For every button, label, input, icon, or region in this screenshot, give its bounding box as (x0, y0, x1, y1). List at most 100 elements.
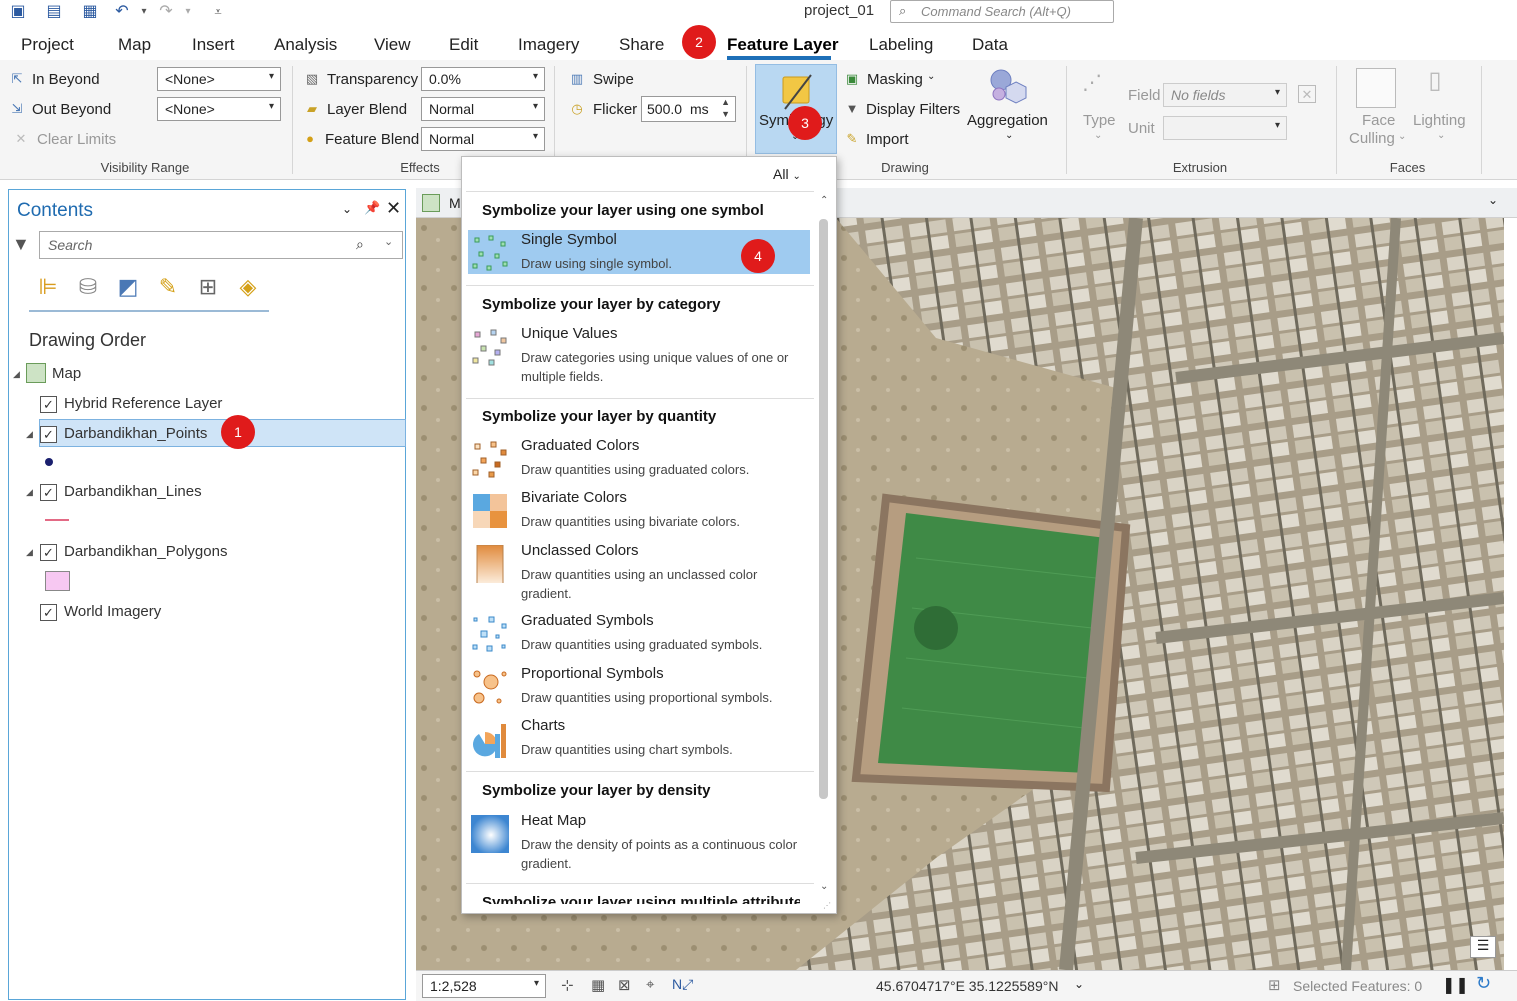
option-graduated-symbols[interactable]: Graduated Symbols Draw quantities using … (468, 611, 810, 655)
undo-icon[interactable]: ↶ (112, 2, 132, 22)
tab-share[interactable]: Share (619, 35, 664, 55)
scroll-down-icon[interactable]: ⌄ (820, 881, 828, 892)
extrusion-type-button[interactable]: Type (1083, 112, 1116, 129)
tab-labeling[interactable]: Labeling (869, 35, 933, 55)
option-graduated-colors[interactable]: Graduated Colors Draw quantities using g… (468, 436, 810, 480)
field-dropdown[interactable]: No fields (1163, 83, 1287, 107)
command-search-input[interactable]: ⌕ Command Search (Alt+Q) (890, 0, 1114, 23)
redo-icon[interactable]: ↷ (156, 2, 176, 22)
display-filters-button[interactable]: Display Filters (866, 101, 960, 118)
scrollbar-thumb[interactable] (819, 219, 828, 799)
grid-icon[interactable]: ▦ (591, 976, 605, 994)
in-beyond-label[interactable]: In Beyond (32, 71, 100, 88)
out-beyond-dropdown[interactable]: <None> (157, 97, 281, 121)
unit-dropdown[interactable] (1163, 116, 1287, 140)
option-heat-map[interactable]: Heat Map Draw the density of points as a… (468, 811, 810, 875)
imagery-layer-label[interactable]: World Imagery (64, 603, 161, 620)
polygons-layer-label[interactable]: Darbandikhan_Polygons (64, 543, 227, 560)
tab-imagery[interactable]: Imagery (518, 35, 579, 55)
face-culling-button[interactable]: Face (1362, 112, 1395, 129)
imagery-checkbox[interactable]: ✓ (40, 604, 57, 621)
list-by-editing-icon[interactable]: ✎ (153, 272, 183, 302)
option-proportional-symbols[interactable]: Proportional Symbols Draw quantities usi… (468, 664, 810, 708)
list-by-data-source-icon[interactable]: ⛁ (73, 272, 103, 302)
save-icon[interactable]: ▦ (80, 2, 100, 22)
north-arrow-icon[interactable]: N⤢ (672, 976, 693, 993)
tab-edit[interactable]: Edit (449, 35, 478, 55)
new-project-icon[interactable]: ▣ (8, 2, 28, 22)
points-layer-label[interactable]: Darbandikhan_Points (64, 425, 207, 442)
lighting-dropdown-icon[interactable]: ⌄ (1437, 130, 1445, 141)
aggregation-dropdown-icon[interactable]: ⌄ (1005, 130, 1013, 141)
navigation-icon[interactable]: ⌖ (646, 976, 654, 993)
hybrid-checkbox[interactable]: ✓ (40, 396, 57, 413)
line-symbol[interactable] (45, 519, 69, 521)
option-charts[interactable]: Charts Draw quantities using chart symbo… (468, 716, 810, 760)
clear-limits-button[interactable]: Clear Limits (37, 131, 116, 148)
list-by-drawing-order-icon[interactable]: ⊫ (33, 272, 63, 302)
close-icon[interactable]: ✕ (386, 198, 401, 219)
masking-dropdown-icon[interactable]: ⌄ (927, 71, 935, 82)
option-unique-values[interactable]: Unique Values Draw categories using uniq… (468, 324, 810, 388)
tab-view[interactable]: View (374, 35, 411, 55)
pause-drawing-icon[interactable]: ❚❚ (1442, 975, 1469, 995)
masking-button[interactable]: Masking (867, 71, 923, 88)
map-tab-label[interactable]: M (449, 195, 461, 211)
extrusion-type-dropdown-icon[interactable]: ⌄ (1094, 130, 1102, 141)
tab-map[interactable]: Map (118, 35, 151, 55)
collapse-icon[interactable]: ◢ (13, 369, 20, 380)
point-symbol[interactable] (45, 458, 53, 466)
import-button[interactable]: Import (866, 131, 909, 148)
in-beyond-dropdown[interactable]: <None> (157, 67, 281, 91)
option-bivariate-colors[interactable]: Bivariate Colors Draw quantities using b… (468, 488, 810, 532)
coordinate-format-dropdown-icon[interactable]: ⌄ (1074, 977, 1084, 991)
undo-dropdown-icon[interactable]: ▾ (134, 2, 154, 22)
stepper-up-icon[interactable]: ▲ (721, 97, 730, 107)
polygons-checkbox[interactable]: ✓ (40, 544, 57, 561)
pin-icon[interactable]: 📌 (364, 200, 380, 216)
list-by-selection-icon[interactable]: ◩ (113, 272, 143, 302)
hybrid-layer-label[interactable]: Hybrid Reference Layer (64, 395, 222, 412)
scroll-up-icon[interactable]: ⌃ (820, 195, 828, 206)
face-culling-dropdown-icon[interactable]: ⌄ (1398, 131, 1406, 142)
stepper-down-icon[interactable]: ▼ (721, 109, 730, 119)
customize-toolbar-icon[interactable]: ⩡ (208, 2, 228, 22)
face-culling-button-line2[interactable]: Culling (1349, 130, 1395, 147)
contents-search-input[interactable]: Search ⌕ ⌄ (39, 231, 403, 259)
swipe-button[interactable]: Swipe (593, 71, 634, 88)
tab-insert[interactable]: Insert (192, 35, 235, 55)
map-node-label[interactable]: Map (52, 365, 81, 382)
points-checkbox[interactable]: ✓ (40, 426, 57, 443)
option-unclassed-colors[interactable]: Unclassed Colors Draw quantities using a… (468, 541, 810, 605)
tab-analysis[interactable]: Analysis (274, 35, 337, 55)
snapping-icon[interactable]: ⊠ (618, 976, 631, 994)
pane-options-icon[interactable]: ⌄ (342, 202, 352, 216)
lines-checkbox[interactable]: ✓ (40, 484, 57, 501)
tab-feature-layer[interactable]: Feature Layer (727, 35, 839, 55)
out-beyond-label[interactable]: Out Beyond (32, 101, 111, 118)
collapse-icon[interactable]: ◢ (26, 547, 33, 558)
filter-icon[interactable]: ▼ (12, 234, 30, 255)
layer-blend-dropdown[interactable]: Normal (421, 97, 545, 121)
polygon-symbol[interactable] (45, 571, 70, 591)
aggregation-button[interactable]: Aggregation (967, 112, 1048, 129)
tab-data[interactable]: Data (972, 35, 1008, 55)
fixed-zoom-icon[interactable]: ⊹ (561, 976, 574, 994)
expression-icon[interactable]: ✕ (1298, 85, 1316, 103)
redo-dropdown-icon[interactable]: ▾ (178, 2, 198, 22)
search-icon[interactable]: ⌕ (356, 236, 364, 253)
tab-project[interactable]: Project (21, 35, 74, 55)
refresh-icon[interactable]: ↻ (1476, 973, 1491, 994)
collapse-icon[interactable]: ◢ (26, 429, 33, 440)
chevron-down-icon[interactable]: ⌄ (384, 235, 393, 248)
scale-dropdown[interactable]: 1:2,528 (422, 974, 546, 998)
open-icon[interactable]: ▤ (44, 2, 64, 22)
gallery-filter-dropdown[interactable]: All ⌄ (773, 166, 801, 182)
flicker-button[interactable]: Flicker (593, 101, 637, 118)
collapse-icon[interactable]: ◢ (26, 487, 33, 498)
feature-blend-dropdown[interactable]: Normal (421, 127, 545, 151)
list-by-labeling-icon[interactable]: ◈ (233, 272, 263, 302)
transparency-dropdown[interactable]: 0.0% (421, 67, 545, 91)
notification-icon[interactable]: ☰ (1470, 936, 1496, 958)
resize-grip-icon[interactable]: ⋰ (823, 901, 831, 910)
